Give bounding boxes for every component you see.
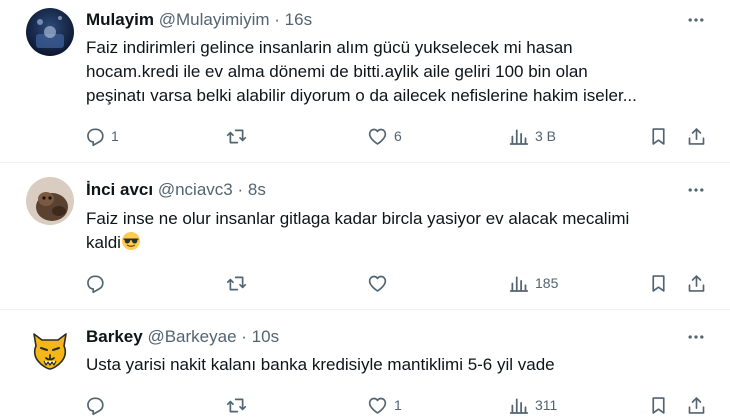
views-button[interactable]: 311 [508,394,557,416]
reply-icon [87,396,104,415]
reply-count: 1 [111,128,119,144]
retweet-button[interactable] [226,125,253,147]
timestamp[interactable]: 10s [252,327,279,346]
avatar[interactable] [26,324,74,372]
tweet-header: Mulayim @Mulayimiyim · 16s [86,10,312,30]
retweet-icon [226,398,247,412]
retweet-button[interactable] [226,394,253,416]
action-bar: 1 311 [0,394,730,416]
views-icon [509,276,529,292]
share-icon [688,127,705,145]
retweet-button[interactable] [226,272,253,294]
more-icon[interactable] [686,327,706,347]
like-icon [368,128,387,145]
action-bar: 1 6 3 B [0,125,730,147]
share-button[interactable] [686,394,707,416]
display-name[interactable]: İnci avcı [86,180,153,199]
tweet-text: Faiz indirimleri gelince insanlarin alım… [86,36,686,108]
like-button[interactable]: 1 [367,394,402,416]
reply-icon [87,274,104,293]
handle[interactable]: @Barkeyae [147,327,236,346]
timestamp[interactable]: 16s [285,10,312,29]
tweet-text-line: Faiz inse ne olur insanlar gitlaga kadar… [86,209,630,228]
tweet-text-line: kaldi [86,233,121,252]
like-icon [368,275,387,292]
like-icon [368,397,387,414]
reply-icon [87,127,104,146]
action-bar: 185 [0,272,730,294]
more-icon[interactable] [686,10,706,30]
tweet-text-line: peşinatı varsa belki alabilir diyorum o … [86,86,637,105]
share-button[interactable] [686,125,707,147]
separator: · [237,180,244,199]
like-button[interactable]: 6 [367,125,402,147]
timestamp[interactable]: 8s [248,180,266,199]
handle[interactable]: @Mulayimiyim [159,10,270,29]
views-count: 311 [535,397,558,413]
display-name[interactable]: Barkey [86,327,143,346]
tweet-text-line: Faiz indirimleri gelince insanlarin alım… [86,38,573,57]
share-icon [688,274,705,292]
bookmark-icon [652,127,665,145]
views-icon [509,129,529,145]
views-count: 3 B [535,128,557,144]
tweet-2[interactable]: İnci avcı @nciavc3 · 8s Faiz inse ne olu… [0,163,730,309]
like-count: 6 [394,128,402,144]
reply-button[interactable] [84,394,111,416]
views-icon [509,398,529,414]
sunglasses-emoji-icon [121,231,141,251]
retweet-icon [226,276,247,290]
tweet-text-line: hocam.kredi ile ev alma dönemi de bitti.… [86,62,588,81]
tweet-header: İnci avcı @nciavc3 · 8s [86,180,266,200]
views-button[interactable]: 3 B [508,125,556,147]
tweet-header: Barkey @Barkeyae · 10s [86,327,279,347]
like-button[interactable] [367,272,394,294]
bookmark-icon [652,274,665,292]
more-icon[interactable] [686,180,706,200]
bookmark-icon [652,396,665,414]
tweet-text-line-2: kaldi [86,231,686,255]
retweet-icon [226,129,247,143]
tweet-text: Faiz inse ne olur insanlar gitlaga kadar… [86,207,686,255]
display-name[interactable]: Mulayim [86,10,154,29]
tweet-3[interactable]: Barkey @Barkeyae · 10s Usta yarisi nakit… [0,310,730,420]
bookmark-button[interactable] [648,394,669,416]
separator: · [241,327,247,346]
bookmark-button[interactable] [648,272,669,294]
separator: · [274,10,280,29]
views-count: 185 [535,275,559,291]
bookmark-button[interactable] [648,125,669,147]
like-count: 1 [394,397,402,413]
tweet-1[interactable]: Mulayim @Mulayimiyim · 16s Faiz indiriml… [0,0,730,162]
avatar[interactable] [26,177,74,225]
views-button[interactable]: 185 [508,272,558,294]
reply-button[interactable]: 1 [84,125,119,147]
share-icon [688,396,705,414]
handle[interactable]: @nciavc3 [158,180,233,199]
avatar[interactable] [26,8,74,56]
tweet-text-line: Usta yarisi nakit kalanı banka kredisiyl… [86,355,555,374]
reply-button[interactable] [84,272,111,294]
share-button[interactable] [686,272,707,294]
tweet-text: Usta yarisi nakit kalanı banka kredisiyl… [86,353,686,377]
